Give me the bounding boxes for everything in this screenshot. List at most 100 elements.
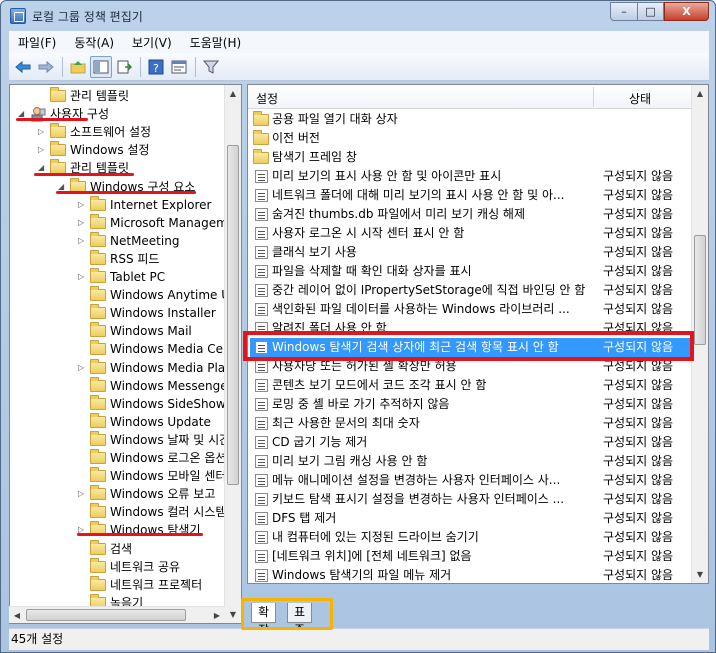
list-row[interactable]: 이전 버전	[250, 129, 692, 148]
tree-item-label: Windows 설정	[70, 143, 150, 158]
setting-status: 구성되지 않음	[603, 492, 674, 506]
folder-icon	[90, 449, 106, 464]
list-row[interactable]: 내 컴퓨터에 있는 지정된 드라이브 숨기기 구성되지 않음	[250, 528, 692, 547]
tree-vertical-scrollbar[interactable]: ▲ ▼	[224, 85, 241, 623]
expand-arrow-icon[interactable]: ▷	[38, 128, 45, 136]
policy-setting-icon	[255, 208, 268, 221]
forward-icon[interactable]	[35, 56, 57, 78]
list-row[interactable]: 탐색기 프레임 창	[250, 148, 692, 167]
annotation-underline	[77, 533, 203, 536]
setting-name: 이전 버전	[272, 131, 320, 145]
list-row[interactable]: 네트워크 폴더에 대해 미리 보기의 표시 사용 안 함 및 아... 구성되지 …	[250, 186, 692, 205]
setting-status: 구성되지 않음	[603, 397, 674, 411]
list-row[interactable]: 색인화된 파일 데이터를 사용하는 Windows 라이브러리 ... 구성되지 …	[250, 300, 692, 319]
list-row[interactable]: 키보드 탐색 표시기 설정을 변경하는 사용자 인터페이스 ... 구성되지 않음	[250, 490, 692, 509]
list-row[interactable]: Windows 탐색기의 파일 메뉴 제거 구성되지 않음	[250, 566, 692, 583]
scroll-up-arrow-icon[interactable]: ▲	[692, 85, 708, 102]
expand-arrow-icon[interactable]: ▷	[78, 200, 85, 209]
list-row[interactable]: 메뉴 애니메이션 설정을 변경하는 사용자 인터페이스 사... 구성되지 않음	[250, 471, 692, 490]
folder-icon	[90, 213, 106, 229]
collapse-arrow-icon[interactable]: ◢	[18, 110, 25, 118]
menu-view[interactable]: 보기(V)	[123, 34, 181, 51]
tree-item-label: Windows 모바일 센터	[110, 469, 227, 484]
list-row[interactable]: [네트워크 위치]에 [전체 네트워크] 없음 구성되지 않음	[250, 547, 692, 566]
policy-setting-icon	[255, 265, 268, 278]
back-icon[interactable]	[12, 56, 34, 78]
expand-arrow-icon[interactable]: ▷	[78, 273, 85, 281]
folder-icon	[90, 195, 106, 211]
column-divider[interactable]	[593, 87, 594, 107]
up-folder-icon[interactable]	[67, 56, 89, 78]
menu-action[interactable]: 동작(A)	[65, 34, 123, 51]
list-row[interactable]: CD 굽기 기능 제거 구성되지 않음	[250, 433, 692, 452]
list-row[interactable]: 미리 보기의 표시 사용 안 함 및 아이콘만 표시 구성되지 않음	[250, 167, 692, 186]
menu-help[interactable]: 도움말(H)	[181, 34, 251, 51]
collapse-arrow-icon[interactable]: ◢	[38, 164, 45, 172]
setting-name: 미리 보기의 표시 사용 안 함 및 아이콘만 표시	[272, 169, 502, 183]
policy-setting-icon	[255, 417, 268, 430]
properties-icon[interactable]	[168, 56, 190, 78]
menu-file[interactable]: 파일(F)	[9, 34, 65, 51]
list-row[interactable]: 미리 보기 그림 캐싱 사용 안 함 구성되지 않음	[250, 452, 692, 471]
list-row[interactable]: 파일을 삭제할 때 확인 대화 상자를 표시 구성되지 않음	[250, 262, 692, 281]
column-header-status[interactable]: 상태	[629, 90, 651, 107]
setting-status: 구성되지 않음	[603, 454, 674, 468]
expand-arrow-icon[interactable]: ▷	[38, 146, 45, 154]
setting-name: 색인화된 파일 데이터를 사용하는 Windows 라이브러리 ...	[272, 302, 570, 316]
export-list-icon[interactable]	[113, 56, 135, 78]
list-row[interactable]: 로밍 중 셸 바로 가기 추적하지 않음 구성되지 않음	[250, 395, 692, 414]
scroll-down-arrow-icon[interactable]: ▼	[692, 566, 708, 583]
list-row[interactable]: 최근 사용한 문서의 최대 숫자 구성되지 않음	[250, 414, 692, 433]
setting-status: 구성되지 않음	[603, 283, 674, 297]
setting-name: 내 컴퓨터에 있는 지정된 드라이브 숨기기	[272, 530, 479, 544]
policy-setting-icon	[255, 493, 268, 506]
scroll-down-arrow-icon[interactable]: ▼	[225, 606, 241, 623]
setting-status: 구성되지 않음	[603, 188, 674, 202]
folder-icon	[50, 141, 66, 157]
list-row[interactable]: 클래식 보기 사용 구성되지 않음	[250, 243, 692, 262]
list-row[interactable]: DFS 탭 제거 구성되지 않음	[250, 509, 692, 528]
tree-item-label: Windows 컬러 시스템	[110, 505, 227, 520]
filter-icon[interactable]	[200, 56, 222, 78]
close-button[interactable]: X	[664, 2, 709, 21]
scrollbar-thumb[interactable]	[227, 145, 239, 485]
tree-item-label: Windows Installer	[110, 306, 216, 321]
collapse-arrow-icon[interactable]: ◢	[58, 182, 65, 191]
setting-status: 구성되지 않음	[603, 245, 674, 259]
scroll-right-arrow-icon[interactable]: ▶	[209, 607, 225, 624]
expand-arrow-icon[interactable]: ▷	[78, 490, 85, 498]
expand-arrow-icon[interactable]: ▷	[78, 363, 85, 372]
tree-horizontal-scrollbar[interactable]: ◀ ▶	[9, 606, 225, 623]
setting-name: 숨겨진 thumbs.db 파일에서 미리 보기 캐싱 해제	[272, 207, 526, 221]
policy-setting-icon	[255, 189, 268, 202]
minimize-button[interactable]: –	[610, 2, 637, 21]
maximize-button[interactable]: □	[637, 2, 664, 21]
navigation-tree[interactable]: 관리 템플릿 ◢ 사용자 구성 ▷ 소프트웨어 설정 ▷ Windows 설정 ◢ 관리 템플릿…	[9, 84, 242, 624]
annotation-underline	[56, 191, 196, 194]
tree-item-label: Windows 날짜 및 시간	[110, 432, 231, 447]
tree-item-label: Microsoft Manageme	[110, 215, 236, 230]
scroll-left-arrow-icon[interactable]: ◀	[9, 607, 25, 624]
scrollbar-thumb[interactable]	[694, 235, 706, 345]
scroll-up-arrow-icon[interactable]: ▲	[225, 85, 241, 102]
setting-name: 중간 레이어 없이 IPropertySetStorage에 직접 바인딩 안 …	[272, 283, 586, 297]
setting-status: 구성되지 않음	[603, 207, 674, 221]
show-hide-tree-icon[interactable]	[90, 55, 112, 78]
scrollbar-thumb[interactable]	[26, 609, 186, 621]
tree-item-label: Windows SideShow	[110, 396, 226, 411]
expand-arrow-icon[interactable]: ▷	[78, 218, 85, 227]
setting-name: 공용 파일 열기 대화 상자	[272, 112, 398, 126]
list-row[interactable]: 공용 파일 열기 대화 상자	[250, 110, 692, 129]
list-row[interactable]: 중간 레이어 없이 IPropertySetStorage에 직접 바인딩 안 …	[250, 281, 692, 300]
list-row[interactable]: 사용자 로그온 시 시작 센터 표시 안 함 구성되지 않음	[250, 224, 692, 243]
window: 로컬 그룹 정책 편집기 – □ X 파일(F) 동작(A) 보기(V) 도움말…	[0, 0, 716, 653]
setting-status: 구성되지 않음	[603, 473, 674, 487]
list-row[interactable]: 숨겨진 thumbs.db 파일에서 미리 보기 캐싱 해제 구성되지 않음	[250, 205, 692, 224]
folder-icon	[90, 412, 106, 428]
help-icon[interactable]: ?	[145, 56, 167, 78]
expand-arrow-icon[interactable]: ▷	[78, 236, 85, 245]
title-bar[interactable]: 로컬 그룹 정책 편집기 – □ X	[1, 1, 715, 31]
list-row[interactable]: 콘텐츠 보기 모드에서 코드 조각 표시 안 함 구성되지 않음	[250, 376, 692, 395]
tree-item-label: Windows Mail	[110, 324, 192, 339]
column-header-setting[interactable]: 설정	[256, 90, 278, 107]
